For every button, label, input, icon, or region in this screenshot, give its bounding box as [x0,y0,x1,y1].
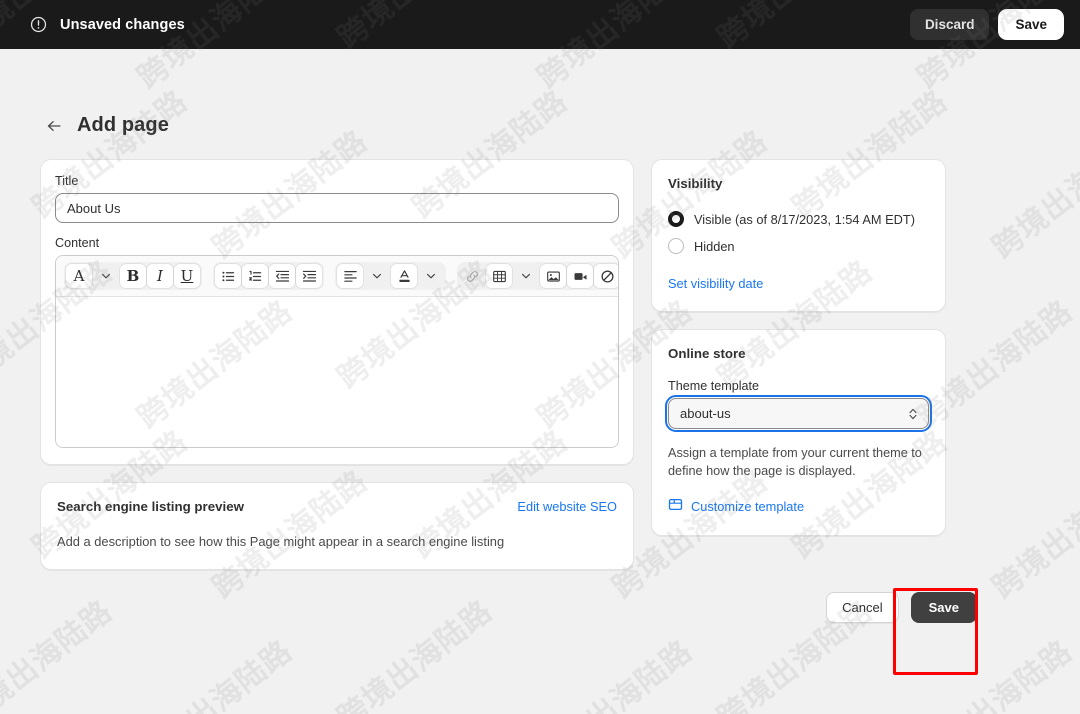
seo-preview-card: Search engine listing preview Edit websi… [40,482,634,570]
numbered-list-button[interactable] [242,264,268,288]
page-title: Add page [77,114,169,136]
seo-header: Search engine listing preview Edit websi… [57,499,617,514]
seo-body-text: Add a description to see how this Page m… [57,534,505,549]
outdent-button[interactable] [269,264,295,288]
content-editor: A B I U [55,255,619,448]
template-layout-icon [668,497,683,517]
bold-button[interactable]: B [120,264,146,288]
footer-actions: Cancel Save [0,570,1080,623]
page-details-card: Title Content A B I [40,159,634,465]
text-color-button[interactable] [391,264,417,288]
arrow-left-icon[interactable] [45,117,63,135]
seo-title: Search engine listing preview [57,499,244,514]
text-style-group: A B I U [64,262,202,290]
save-button[interactable]: Save [910,592,977,623]
content-columns: Title Content A B I [0,137,1080,570]
edit-website-seo-link[interactable]: Edit website SEO [517,499,617,514]
theme-template-help-text: Assign a template from your current them… [668,446,922,479]
content-editor-body[interactable] [56,297,618,447]
list-group [213,262,324,290]
text-color-chevron-down-icon[interactable] [418,264,444,288]
alert-circle-icon [30,16,47,33]
title-input[interactable] [55,193,619,223]
content-field-label: Content [55,236,100,250]
online-store-card: Online store Theme template about-us Ass… [651,329,946,536]
set-visibility-date-link[interactable]: Set visibility date [668,276,763,291]
font-style-button[interactable]: A [66,264,92,288]
italic-button[interactable]: I [147,264,173,288]
underline-button[interactable]: U [174,264,200,288]
sidebar-column: Visibility Visible (as of 8/17/2023, 1:5… [651,159,946,570]
page-header: Add page [0,49,1080,137]
align-button[interactable] [337,264,363,288]
radio-visible-indicator [668,211,684,227]
indent-button[interactable] [296,264,322,288]
radio-option-hidden[interactable]: Hidden [668,238,929,254]
radio-option-visible[interactable]: Visible (as of 8/17/2023, 1:54 AM EDT) [668,211,929,227]
visibility-title: Visibility [668,176,723,191]
customize-template-label: Customize template [691,499,805,515]
page-body: Add page Title Content A [0,49,1080,714]
align-group [335,262,446,290]
radio-hidden-label: Hidden [694,238,735,254]
radio-hidden-indicator [668,238,684,254]
insert-video-button[interactable] [567,264,593,288]
radio-visible-label: Visible (as of 8/17/2023, 1:54 AM EDT) [694,211,915,227]
savebar-save-button[interactable]: Save [998,9,1064,40]
theme-template-select[interactable]: about-us [668,398,929,429]
title-field-label: Title [55,174,79,188]
savebar-status: Unsaved changes [30,16,185,33]
savebar-title: Unsaved changes [60,16,185,33]
cancel-button[interactable]: Cancel [826,592,899,623]
app-root: Unsaved changes Discard Save Add page Ti… [0,0,1080,714]
main-column: Title Content A B I [40,159,634,570]
insert-group [457,262,618,290]
visibility-card: Visibility Visible (as of 8/17/2023, 1:5… [651,159,946,312]
table-chevron-down-icon[interactable] [513,264,539,288]
editor-toolbar: A B I U [56,256,618,297]
theme-template-label: Theme template [668,379,759,393]
font-style-chevron-down-icon[interactable] [93,264,119,288]
theme-template-select-wrapper: about-us [665,395,932,432]
discard-button[interactable]: Discard [909,9,990,40]
link-button[interactable] [459,264,485,288]
theme-template-value: about-us [680,406,731,421]
savebar-actions: Discard Save [909,9,1064,40]
align-chevron-down-icon[interactable] [364,264,390,288]
insert-image-button[interactable] [540,264,566,288]
table-button[interactable] [486,264,512,288]
bulleted-list-button[interactable] [215,264,241,288]
online-store-title: Online store [668,346,746,361]
unsaved-changes-bar: Unsaved changes Discard Save [0,0,1080,49]
clear-formatting-button[interactable] [594,264,618,288]
customize-template-link[interactable]: Customize template [668,497,929,517]
